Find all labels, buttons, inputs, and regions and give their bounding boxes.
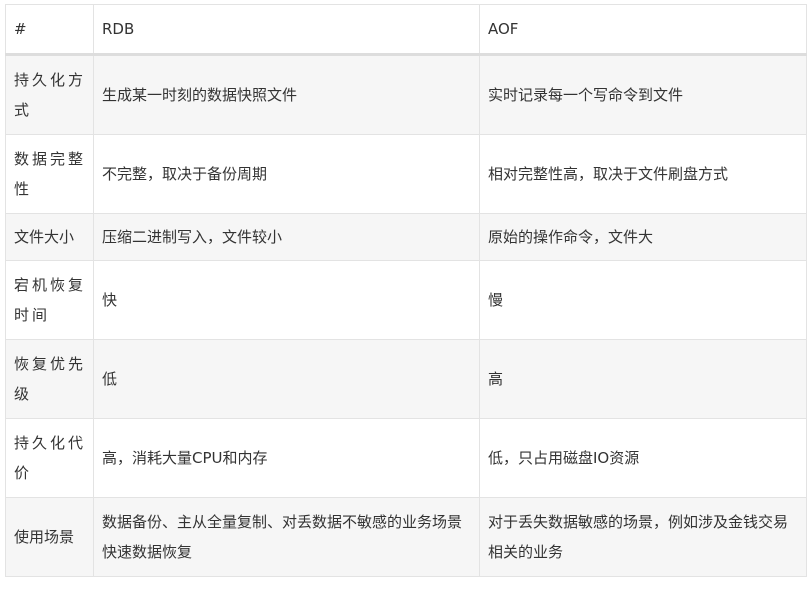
- header-index: #: [5, 4, 94, 56]
- aof-cell: 低，只占用磁盘IO资源: [479, 418, 807, 498]
- aof-cell: 原始的操作命令，文件大: [479, 213, 807, 261]
- aof-cell: 实时记录每一个写命令到文件: [479, 54, 807, 135]
- table-row: 文件大小 压缩二进制写入，文件较小 原始的操作命令，文件大: [5, 213, 807, 261]
- table-row: 持久化代价 高，消耗大量CPU和内存 低，只占用磁盘IO资源: [5, 418, 807, 498]
- table-row: 数据完整性 不完整，取决于备份周期 相对完整性高，取决于文件刷盘方式: [5, 134, 807, 214]
- header-aof: AOF: [479, 4, 807, 56]
- row-label: 数据完整性: [5, 134, 94, 214]
- comparison-table: # RDB AOF 持久化方式 生成某一时刻的数据快照文件 实时记录每一个写命令…: [5, 4, 807, 577]
- rdb-cell: 压缩二进制写入，文件较小: [93, 213, 480, 261]
- rdb-cell: 快: [93, 260, 480, 340]
- rdb-cell: 数据备份、主从全量复制、对丢数据不敏感的业务场景快速数据恢复: [93, 497, 480, 577]
- header-rdb: RDB: [93, 4, 480, 56]
- row-label: 恢复优先级: [5, 339, 94, 419]
- row-label: 持久化方式: [5, 54, 94, 135]
- rdb-cell: 生成某一时刻的数据快照文件: [93, 54, 480, 135]
- table-header-row: # RDB AOF: [5, 4, 807, 56]
- rdb-cell: 不完整，取决于备份周期: [93, 134, 480, 214]
- aof-cell: 对于丢失数据敏感的场景，例如涉及金钱交易相关的业务: [479, 497, 807, 577]
- row-label: 文件大小: [5, 213, 94, 261]
- aof-cell: 高: [479, 339, 807, 419]
- table-row: 宕机恢复时间 快 慢: [5, 260, 807, 340]
- row-label: 宕机恢复时间: [5, 260, 94, 340]
- rdb-cell: 低: [93, 339, 480, 419]
- rdb-cell: 高，消耗大量CPU和内存: [93, 418, 480, 498]
- row-label: 持久化代价: [5, 418, 94, 498]
- aof-cell: 慢: [479, 260, 807, 340]
- table-row: 持久化方式 生成某一时刻的数据快照文件 实时记录每一个写命令到文件: [5, 54, 807, 135]
- table-row: 使用场景 数据备份、主从全量复制、对丢数据不敏感的业务场景快速数据恢复 对于丢失…: [5, 497, 807, 577]
- table-row: 恢复优先级 低 高: [5, 339, 807, 419]
- row-label: 使用场景: [5, 497, 94, 577]
- aof-cell: 相对完整性高，取决于文件刷盘方式: [479, 134, 807, 214]
